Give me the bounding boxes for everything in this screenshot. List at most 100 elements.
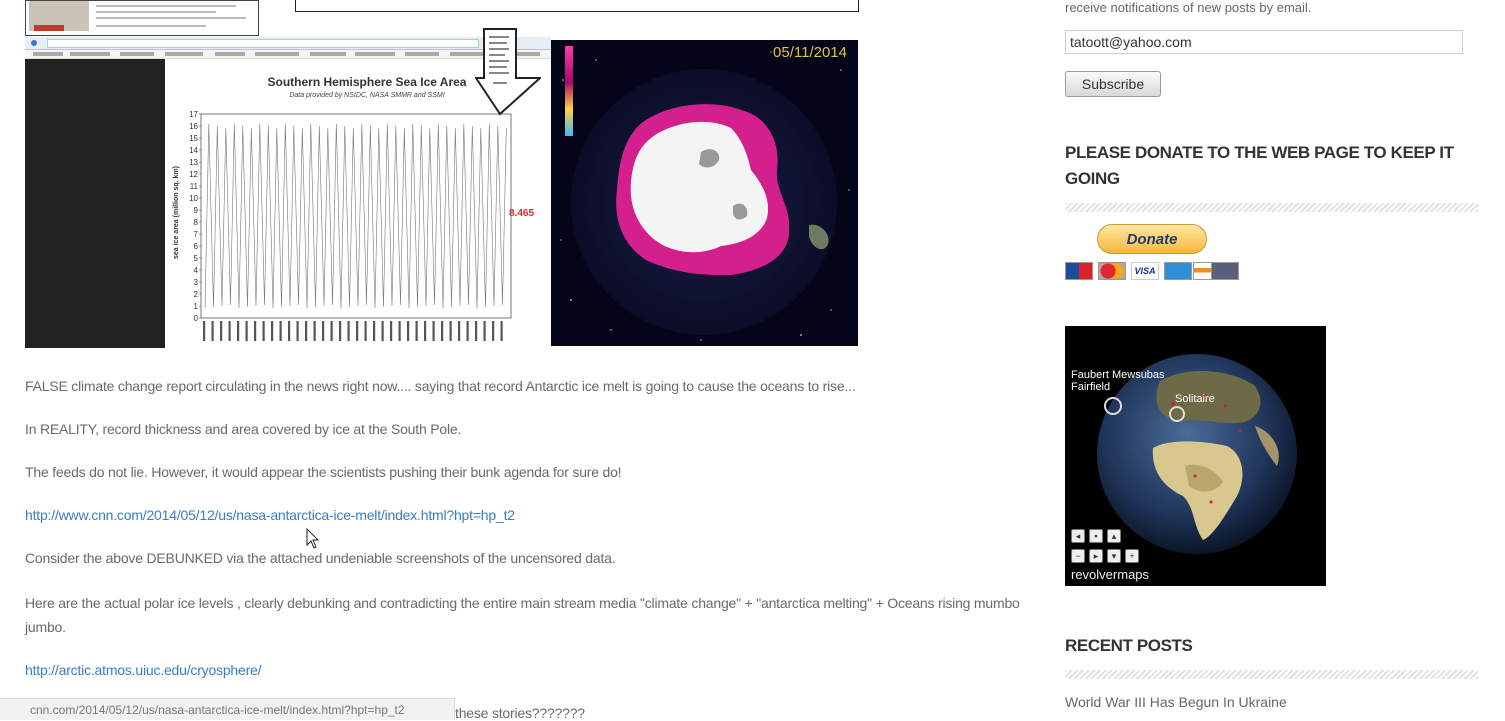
chart-x-tick-label [364,321,367,341]
cnn-article-link[interactable]: http://www.cnn.com/2014/05/12/us/nasa-an… [25,507,515,523]
chart-y-tick-label: 14 [189,146,198,155]
chart-y-axis-label: sea ice area (million sq. km) [173,166,180,259]
image-frame [295,0,859,12]
chart-x-tick-label [220,321,223,341]
chart-x-tick-label [500,321,503,341]
zoom-in-icon[interactable]: + [1125,549,1139,563]
chart-y-tick-label: 7 [194,230,199,239]
chart-x-tick-label [279,321,282,341]
browser-bookmarks-bar [25,50,551,59]
chart-y-tick-label: 9 [194,206,199,215]
chart-x-tick-label [466,321,469,341]
chart-x-tick-label [330,321,333,341]
chart-x-tick-label [356,321,359,341]
chart-y-tick-label: 4 [194,266,199,275]
visitor-location-label: Solitaire [1175,393,1215,405]
chart-y-tick-label: 13 [189,158,198,167]
cryosphere-link[interactable]: http://arctic.atmos.uiuc.edu/cryosphere/ [25,662,262,678]
chart-x-tick-label [254,321,257,341]
chart-x-tick-label [296,321,299,341]
revolvermaps-globe-widget[interactable]: Faubert Mewsubas Fairfield Solitaire ◂ ▪… [1065,326,1326,586]
donate-button[interactable]: Donate [1097,224,1207,254]
chart-x-tick-label [390,321,393,341]
widget-divider [1065,670,1478,679]
subscribe-button[interactable]: Subscribe [1065,71,1161,97]
chart-y-tick-label: 15 [189,134,198,143]
chart-y-tick-label: 16 [189,122,198,131]
chart-subtitle: Data provided by NSIDC, NASA SMMR and SS… [289,92,445,99]
chart-current-value-label: 8.465 [509,208,534,219]
chart-x-tick-label [492,321,495,341]
chart-x-tick-label [245,321,248,341]
visa-icon: VISA [1131,262,1159,280]
chart-x-tick-label [203,321,206,341]
mastercard-icon [1065,262,1093,280]
chart-y-tick-label: 6 [194,242,199,251]
recent-posts-heading: RECENT POSTS [1065,636,1193,655]
globe-graphic: 05/11/2014 [560,44,850,341]
sea-ice-chart-screenshot[interactable]: sea ice area (million sq. km) 17 16 15 14 13… [25,37,551,348]
chart-x-tick-label [339,321,342,341]
mouse-cursor-icon [306,528,320,549]
browser-status-bar: cnn.com/2014/05/12/us/nasa-antarctica-ic… [0,698,455,720]
chart-x-tick-label [407,321,410,341]
pause-icon[interactable]: ▪ [1089,529,1103,543]
maestro-icon [1098,262,1126,280]
document-thumbnail-image [25,0,259,36]
chart-x-tick-label [211,321,214,341]
chart-y-tick-label: 17 [189,110,198,119]
email-field[interactable] [1065,30,1463,54]
article-paragraph: Here are the actual polar ice levels , c… [25,595,1020,635]
chart-y-tick-label: 2 [194,290,199,299]
rotate-up-icon[interactable]: ▴ [1107,529,1121,543]
article-paragraph: The feeds do not lie. However, it would … [25,464,622,480]
chart-y-tick-label: 11 [190,182,199,191]
globe-date-label: 05/11/2014 [773,44,847,61]
chart-y-tick-label: 12 [189,170,198,179]
chart-x-tick-label [415,321,418,341]
chart-x-tick-labels [203,321,503,341]
chart-y-tick-label: 8 [194,218,199,227]
down-arrow-icon [475,28,541,116]
visitor-globe-graphic [1097,354,1297,554]
rotate-left-icon[interactable]: ◂ [1071,529,1085,543]
rotate-right-icon[interactable]: ▸ [1089,549,1103,563]
recent-post-link[interactable]: World War III Has Begun In Ukraine [1065,694,1287,710]
chart-x-tick-label [441,321,444,341]
chart-sea-ice-series-line [204,123,507,309]
chart-x-tick-label [288,321,291,341]
chart-y-tick-label: 1 [194,302,199,311]
chart-title: Southern Hemisphere Sea Ice Area [267,75,467,89]
chart-x-tick-label [475,321,478,341]
visitor-location-label: Faubert Mewsubas [1071,369,1165,381]
chart-y-tick-label: 5 [194,254,199,263]
chart-x-tick-label [373,321,376,341]
chart-x-tick-label [228,321,231,341]
chart-y-tick-label: 0 [194,314,199,323]
chart-x-tick-label [398,321,401,341]
chart-x-tick-label [322,321,325,341]
revolvermaps-brand[interactable]: revolvermaps [1071,567,1149,582]
chart-x-tick-label [237,321,240,341]
donate-widget-heading: PLEASE DONATE TO THE WEB PAGE TO KEEP IT… [1065,143,1454,188]
browser-address-bar [25,37,551,50]
chart-x-tick-label [381,321,384,341]
email-notify-text: receive notifications of new posts by em… [1065,0,1312,15]
antarctic-ice-globe-image[interactable]: 05/11/2014 [551,40,858,346]
chart-x-tick-label [313,321,316,341]
chart-x-tick-label [347,321,350,341]
chart-x-tick-label [458,321,461,341]
widget-divider [1065,203,1478,212]
rotate-down-icon[interactable]: ▾ [1107,549,1121,563]
article-paragraph: Consider the above DEBUNKED via the atta… [25,550,616,566]
chart-x-tick-label [432,321,435,341]
chart-y-tick-label: 3 [194,278,199,287]
article-paragraph: In REALITY, record thickness and area co… [25,421,462,437]
chart-x-tick-label [483,321,486,341]
bank-card-icon [1211,262,1239,280]
chart-x-tick-label [424,321,427,341]
chart-y-ticks: 17161514131211109876543210 [189,110,201,323]
zoom-out-icon[interactable]: − [1071,549,1085,563]
chart-x-tick-label [262,321,265,341]
chart-y-tick-label: 10 [189,194,198,203]
